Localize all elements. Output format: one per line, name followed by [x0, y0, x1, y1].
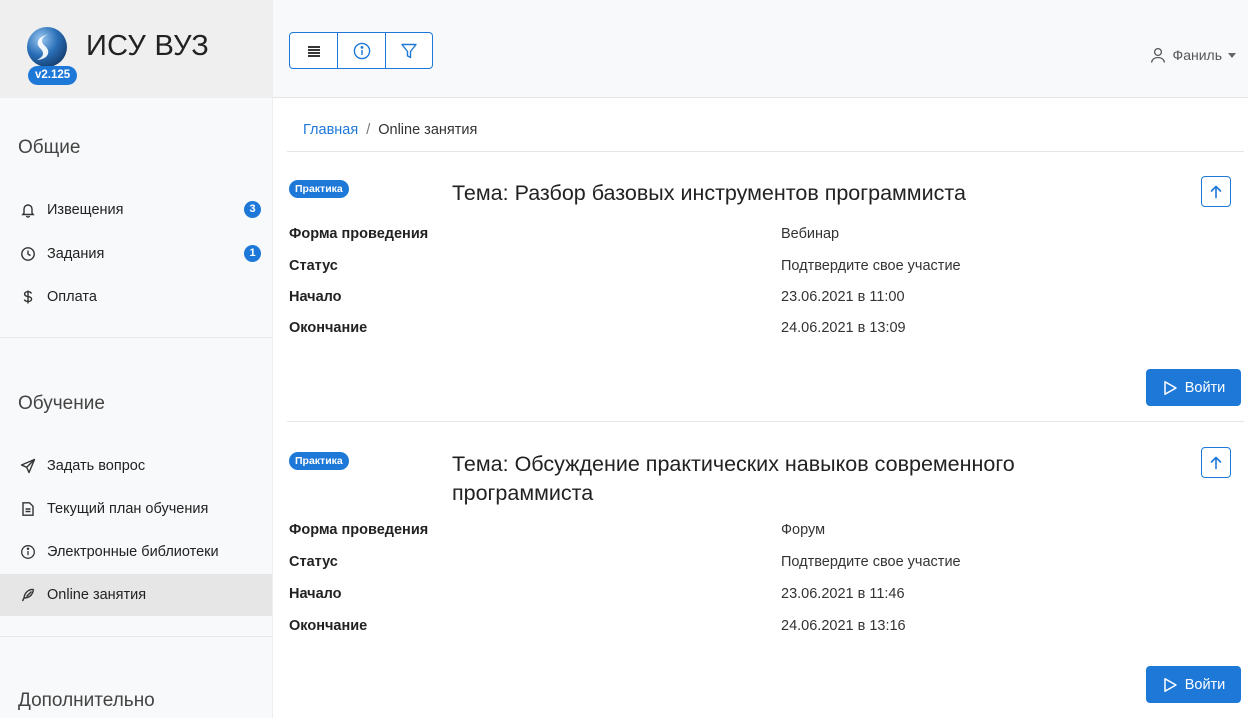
- sidebar-item-online-classes[interactable]: Online занятия: [0, 574, 272, 616]
- session-type-badge: Практика: [289, 180, 349, 198]
- info-button[interactable]: [338, 33, 386, 68]
- sidebar-item-e-libraries[interactable]: Электронные библиотеки: [0, 531, 272, 573]
- toggle-sidebar-button[interactable]: [290, 33, 338, 68]
- field-label: Статус: [289, 258, 338, 274]
- user-icon: [1150, 47, 1165, 63]
- breadcrumb-home-link[interactable]: Главная: [303, 122, 358, 138]
- dollar-icon: [20, 289, 36, 305]
- join-button[interactable]: Войти: [1146, 666, 1241, 703]
- play-icon: [1163, 677, 1177, 692]
- bell-icon: [20, 202, 36, 218]
- user-menu[interactable]: Фаниль: [1149, 46, 1236, 64]
- breadcrumb-current: Online занятия: [378, 122, 478, 138]
- field-value: 23.06.2021 в 11:46: [781, 586, 905, 602]
- sidebar-item-label: Оплата: [47, 289, 97, 305]
- app-logo-icon: [27, 27, 67, 67]
- session-field-row: Форма проведения Вебинар: [287, 218, 1244, 250]
- filter-button[interactable]: [386, 33, 432, 68]
- session-field-row: Статус Подтвердите свое участие: [287, 546, 1244, 578]
- count-badge: 1: [244, 245, 261, 262]
- filter-icon: [401, 43, 417, 58]
- app-title: ИСУ ВУЗ: [86, 30, 210, 62]
- chevron-down-icon: [1228, 52, 1236, 58]
- session-field-row: Окончание 24.06.2021 в 13:09: [287, 312, 1244, 344]
- toolbar-button-group: [289, 32, 433, 69]
- sidebar-item-ask-question[interactable]: Задать вопрос: [0, 445, 272, 487]
- collapse-button[interactable]: [1201, 176, 1231, 207]
- count-badge: 3: [244, 201, 261, 218]
- sidebar-item-label: Текущий план обучения: [47, 501, 209, 517]
- field-label: Начало: [289, 289, 342, 305]
- menu-list-icon: [307, 45, 320, 57]
- join-button[interactable]: Войти: [1146, 369, 1241, 406]
- user-name: Фаниль: [1172, 47, 1222, 63]
- field-label: Форма проведения: [289, 522, 429, 538]
- join-button-label: Войти: [1184, 379, 1226, 396]
- session-card: Практика Тема: Разбор базовых инструмент…: [287, 152, 1244, 422]
- version-badge: v2.125: [28, 66, 78, 85]
- field-value: 23.06.2021 в 11:00: [781, 289, 905, 305]
- section-divider: [0, 337, 272, 338]
- info-icon: [20, 544, 36, 560]
- field-value: Форум: [781, 522, 826, 538]
- field-label: Начало: [289, 586, 342, 602]
- arrow-up-icon: [1210, 456, 1222, 469]
- document-icon: [20, 501, 36, 517]
- field-label: Окончание: [289, 320, 368, 336]
- play-icon: [1163, 380, 1177, 395]
- sidebar-item-label: Online занятия: [47, 587, 147, 603]
- session-field-row: Начало 23.06.2021 в 11:00: [287, 281, 1244, 313]
- sidebar-item-study-plan[interactable]: Текущий план обучения: [0, 488, 272, 530]
- session-type-badge: Практика: [289, 452, 349, 470]
- sidebar-item-label: Задать вопрос: [47, 458, 146, 474]
- session-field-row: Статус Подтвердите свое участие: [287, 250, 1244, 282]
- sidebar-item-label: Электронные библиотеки: [47, 544, 219, 560]
- breadcrumb-separator: /: [366, 122, 371, 138]
- section-title-general: Общие: [18, 137, 81, 158]
- sidebar: ИСУ ВУЗ v2.125 Общие Извещения 3 Задания…: [0, 0, 273, 718]
- session-field-row: Окончание 24.06.2021 в 13:16: [287, 610, 1244, 642]
- field-value: 24.06.2021 в 13:16: [781, 618, 906, 634]
- sidebar-item-payment[interactable]: Оплата: [0, 276, 272, 318]
- section-title-learning: Обучение: [18, 393, 105, 414]
- brand-header: ИСУ ВУЗ v2.125: [0, 0, 272, 98]
- sidebar-item-notifications[interactable]: Извещения 3: [0, 189, 272, 231]
- session-title: Тема: Обсуждение практических навыков со…: [452, 452, 1015, 505]
- field-label: Форма проведения: [289, 226, 429, 242]
- breadcrumb: Главная / Online занятия: [303, 122, 477, 138]
- sidebar-item-tasks[interactable]: Задания 1: [0, 233, 272, 275]
- collapse-button[interactable]: [1201, 447, 1231, 478]
- session-card: Практика Тема: Обсуждение практических н…: [287, 423, 1244, 718]
- sidebar-item-label: Извещения: [47, 202, 124, 218]
- field-value: 24.06.2021 в 13:09: [781, 320, 906, 336]
- field-label: Окончание: [289, 618, 368, 634]
- field-value: Вебинар: [781, 226, 840, 242]
- sidebar-item-label: Задания: [47, 246, 105, 262]
- send-icon: [20, 458, 36, 474]
- field-value: Подтвердите свое участие: [781, 554, 961, 570]
- top-bar: Фаниль: [273, 0, 1248, 98]
- section-divider: [0, 636, 272, 637]
- field-label: Статус: [289, 554, 338, 570]
- card-divider: [287, 421, 1244, 422]
- field-value: Подтвердите свое участие: [781, 258, 961, 274]
- join-button-label: Войти: [1184, 676, 1226, 693]
- clock-icon: [20, 246, 36, 262]
- session-title: Тема: Разбор базовых инструментов програ…: [452, 181, 966, 205]
- info-icon: [353, 42, 370, 59]
- session-field-row: Начало 23.06.2021 в 11:46: [287, 578, 1244, 610]
- feather-icon: [20, 587, 36, 603]
- section-title-additional: Дополнительно: [18, 690, 155, 711]
- session-field-row: Форма проведения Форум: [287, 514, 1244, 546]
- arrow-up-icon: [1210, 185, 1222, 198]
